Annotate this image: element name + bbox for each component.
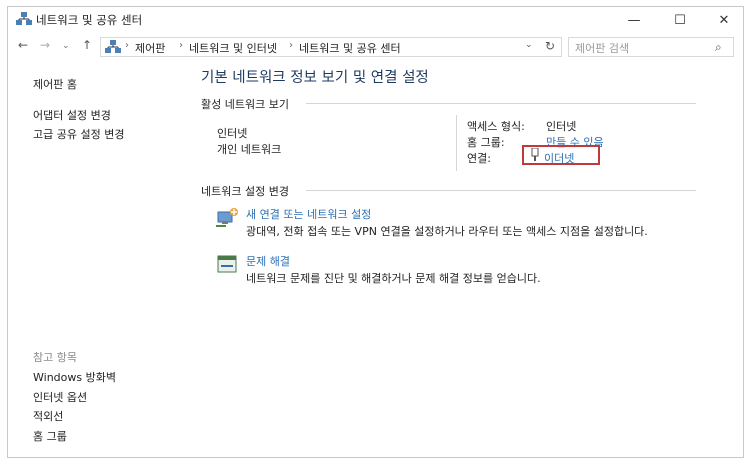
ethernet-connection-link[interactable]: 이더넷 <box>544 150 574 166</box>
section-divider <box>306 190 696 191</box>
new-connection-link[interactable]: 새 연결 또는 네트워크 설정 <box>246 206 371 222</box>
recent-locations-button[interactable]: ⌄ <box>62 41 70 51</box>
see-also-internet-options-link[interactable]: 인터넷 옵션 <box>33 389 87 405</box>
window: 네트워크 및 공유 센터 — ☐ ✕ ← → ⌄ ↑ › 제어판 › 네트워크 … <box>7 6 744 458</box>
address-row: ← → ⌄ ↑ › 제어판 › 네트워크 및 인터넷 › 네트워크 및 공유 센… <box>8 37 743 59</box>
network-name: 인터넷 <box>217 127 248 140</box>
column-divider <box>456 115 457 171</box>
new-connection-icon <box>216 208 238 227</box>
troubleshoot-icon <box>217 255 237 273</box>
see-also-heading: 참고 항목 <box>33 351 77 364</box>
access-type-value: 인터넷 <box>546 120 577 133</box>
change-settings-heading: 네트워크 설정 변경 <box>201 185 289 198</box>
maximize-button[interactable]: ☐ <box>658 7 702 33</box>
search-placeholder: 제어판 검색 <box>575 42 630 55</box>
breadcrumb-separator: › <box>179 40 183 51</box>
troubleshoot-link[interactable]: 문제 해결 <box>246 253 290 269</box>
search-input[interactable]: 제어판 검색 ⌕ <box>568 37 734 57</box>
address-bar[interactable]: › 제어판 › 네트워크 및 인터넷 › 네트워크 및 공유 센터 ⌄ ↻ <box>100 37 562 57</box>
network-center-icon <box>16 12 32 25</box>
sidebar-adapter-settings-link[interactable]: 어댑터 설정 변경 <box>33 107 111 123</box>
see-also-infrared-link[interactable]: 적외선 <box>33 408 63 424</box>
close-button[interactable]: ✕ <box>702 7 743 33</box>
network-type[interactable]: 개인 네트워크 <box>217 141 281 157</box>
breadcrumb-separator: › <box>125 40 129 51</box>
breadcrumb-network-internet[interactable]: 네트워크 및 인터넷 <box>189 40 277 56</box>
minimize-button[interactable]: — <box>612 7 656 33</box>
search-icon[interactable]: ⌕ <box>715 40 722 55</box>
sidebar-home-link[interactable]: 제어판 홈 <box>33 76 77 92</box>
breadcrumb-network-sharing-center[interactable]: 네트워크 및 공유 센터 <box>299 40 401 56</box>
ethernet-icon <box>531 148 539 161</box>
page-title: 기본 네트워크 정보 보기 및 연결 설정 <box>201 70 429 86</box>
back-button[interactable]: ← <box>18 38 28 52</box>
up-button[interactable]: ↑ <box>82 38 92 52</box>
window-title: 네트워크 및 공유 센터 <box>36 13 143 27</box>
new-connection-description: 광대역, 전화 접속 또는 VPN 연결을 설정하거나 라우터 또는 액세스 지… <box>246 225 648 238</box>
breadcrumb-separator: › <box>289 40 293 51</box>
active-networks-heading: 활성 네트워크 보기 <box>201 98 289 111</box>
refresh-button[interactable]: ↻ <box>545 39 555 53</box>
section-divider <box>306 103 696 104</box>
access-type-label: 액세스 형식: <box>467 120 525 133</box>
control-panel-icon <box>105 40 121 53</box>
breadcrumb-control-panel[interactable]: 제어판 <box>135 40 165 56</box>
homegroup-label: 홈 그룹: <box>467 136 505 149</box>
address-dropdown-button[interactable]: ⌄ <box>525 40 533 50</box>
sidebar-advanced-sharing-link[interactable]: 고급 공유 설정 변경 <box>33 126 124 142</box>
title-bar: 네트워크 및 공유 센터 — ☐ ✕ <box>8 7 743 33</box>
troubleshoot-description: 네트워크 문제를 진단 및 해결하거나 문제 해결 정보를 얻습니다. <box>246 272 541 285</box>
see-also-firewall-link[interactable]: Windows 방화벽 <box>33 369 116 385</box>
connection-label: 연결: <box>467 152 491 165</box>
forward-button[interactable]: → <box>40 38 50 52</box>
see-also-homegroup-link[interactable]: 홈 그룹 <box>33 428 67 444</box>
